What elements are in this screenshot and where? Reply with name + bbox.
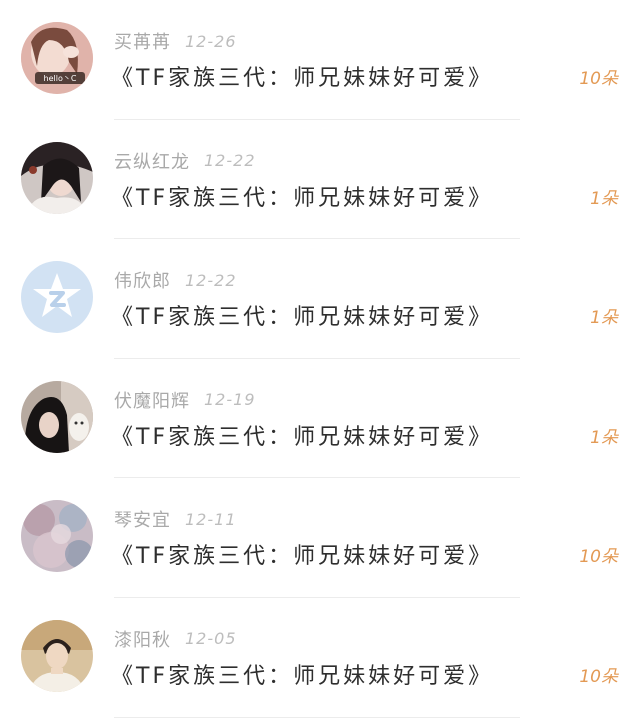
avatar-photo-icon: [21, 380, 93, 453]
user-name[interactable]: 伏魔阳辉: [114, 387, 190, 413]
default-avatar-star-icon: [21, 261, 93, 334]
name-date-line: 买苒苒 12-26: [114, 28, 237, 54]
avatar[interactable]: [21, 500, 93, 573]
avatar-photo-icon: [21, 500, 93, 573]
gift-date: 12-11: [185, 509, 237, 529]
list-item[interactable]: 云纵红龙 12-22 《TF家族三代：师兄妹妹好可爱》 1朵: [0, 120, 640, 240]
book-title[interactable]: 《TF家族三代：师兄妹妹好可爱》: [111, 658, 493, 690]
gift-list: hello丶C 买苒苒 12-26 《TF家族三代：师兄妹妹好可爱》 10朵 云…: [0, 0, 640, 718]
list-item[interactable]: hello丶C 买苒苒 12-26 《TF家族三代：师兄妹妹好可爱》 10朵: [0, 0, 640, 120]
flower-count: 1朵: [590, 188, 618, 209]
book-title[interactable]: 《TF家族三代：师兄妹妹好可爱》: [111, 180, 493, 212]
user-name[interactable]: 琴安宜: [114, 506, 171, 532]
avatar-photo-icon: [21, 619, 93, 692]
list-item[interactable]: 漆阳秋 12-05 《TF家族三代：师兄妹妹好可爱》 10朵: [0, 598, 640, 718]
list-item[interactable]: 琴安宜 12-11 《TF家族三代：师兄妹妹好可爱》 10朵: [0, 478, 640, 598]
avatar-badge-text: hello丶C: [44, 74, 77, 83]
name-date-line: 伟欣郎 12-22: [114, 267, 237, 293]
name-date-line: 琴安宜 12-11: [114, 506, 237, 532]
avatar-photo-icon: [21, 141, 93, 214]
book-title[interactable]: 《TF家族三代：师兄妹妹好可爱》: [111, 538, 493, 570]
avatar-photo-icon: hello丶C: [21, 22, 93, 94]
gift-date: 12-05: [185, 629, 237, 649]
avatar[interactable]: hello丶C: [21, 22, 93, 94]
list-item[interactable]: 伟欣郎 12-22 《TF家族三代：师兄妹妹好可爱》 1朵: [0, 239, 640, 359]
divider: [114, 716, 520, 718]
user-name[interactable]: 买苒苒: [114, 28, 171, 54]
user-name[interactable]: 云纵红龙: [114, 148, 190, 174]
book-title[interactable]: 《TF家族三代：师兄妹妹好可爱》: [111, 60, 493, 92]
avatar[interactable]: [21, 141, 93, 214]
flower-count: 10朵: [579, 666, 618, 687]
book-title[interactable]: 《TF家族三代：师兄妹妹好可爱》: [111, 419, 493, 451]
gift-date: 12-19: [204, 390, 256, 410]
avatar[interactable]: [21, 380, 93, 453]
list-item[interactable]: 伏魔阳辉 12-19 《TF家族三代：师兄妹妹好可爱》 1朵: [0, 359, 640, 479]
gift-date: 12-22: [204, 151, 256, 171]
flower-count: 1朵: [590, 308, 618, 329]
flower-count: 1朵: [590, 427, 618, 448]
avatar[interactable]: [21, 619, 93, 692]
user-name[interactable]: 伟欣郎: [114, 267, 171, 293]
flower-count: 10朵: [579, 69, 618, 89]
name-date-line: 伏魔阳辉 12-19: [114, 388, 256, 412]
avatar[interactable]: [21, 261, 93, 334]
user-name[interactable]: 漆阳秋: [114, 626, 171, 652]
book-title[interactable]: 《TF家族三代：师兄妹妹好可爱》: [111, 299, 493, 331]
gift-date: 12-22: [185, 270, 237, 290]
name-date-line: 漆阳秋 12-05: [114, 627, 237, 651]
flower-count: 10朵: [579, 547, 618, 568]
gift-date: 12-26: [185, 31, 237, 51]
name-date-line: 云纵红龙 12-22: [114, 149, 256, 173]
